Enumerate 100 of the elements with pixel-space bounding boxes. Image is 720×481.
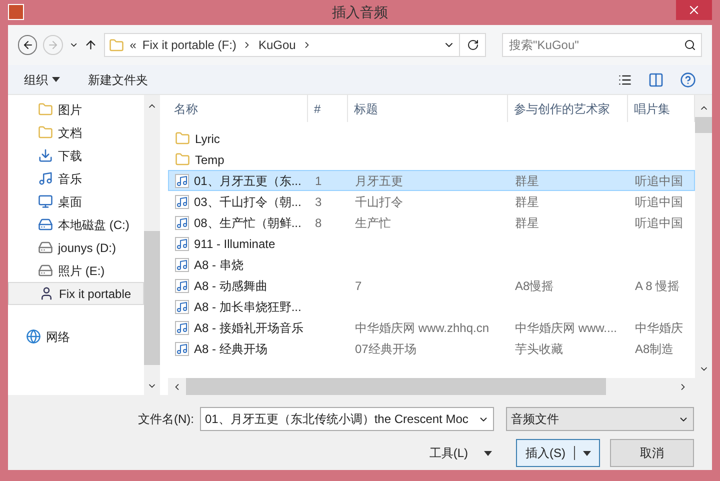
table-cell-text: 3 [315, 194, 322, 210]
search-field[interactable]: 搜索"KuGou" [502, 33, 702, 57]
sidebar-item[interactable]: 桌面 [8, 190, 144, 213]
filename-field[interactable]: 01、月牙五更（东北传统小调）the Crescent Moc [200, 407, 494, 431]
table-cell-text: A8 - 加长串烧狂野... [194, 298, 302, 316]
table-cell-text: 千山打令 [355, 194, 403, 210]
column-header[interactable]: 参与创作的艺术家 [508, 95, 628, 122]
view-options-icon[interactable] [618, 72, 632, 86]
sidebar-item[interactable]: 下载 [8, 144, 144, 167]
sidebar-item[interactable]: Fix it portable [8, 282, 144, 305]
folder-icon [175, 152, 190, 167]
organize-button[interactable]: 组织 [24, 70, 60, 88]
caret-icon [52, 77, 60, 82]
close-icon [687, 3, 701, 17]
refresh-icon [466, 39, 478, 51]
scrollbar[interactable] [168, 378, 712, 395]
file-row[interactable]: 911 - Illuminate [168, 233, 695, 254]
table-cell-text: 中华婚庆 [635, 320, 683, 336]
table-cell-text: 中华婚庆网 www.zhhq.cn [355, 320, 490, 336]
table-cell-text: Lyric [195, 130, 220, 148]
folder-icon [175, 131, 190, 146]
audio-file-icon [175, 216, 189, 230]
table-cell-text: 8 [315, 214, 322, 232]
table-cell-text: 月牙五更 [355, 172, 403, 190]
table-cell-text: 03、千山打令（朝... [194, 194, 302, 210]
table-cell-text: A8 - 动感舞曲 [194, 278, 268, 294]
breadcrumb[interactable]: KuGou [258, 36, 296, 54]
audio-file-icon [175, 320, 189, 334]
table-cell-text: 听追中国 [635, 194, 683, 210]
folder-icon [38, 102, 53, 117]
window-title: 插入音频 [332, 3, 388, 22]
address-bar[interactable]: « Fix it portable (F:) KuGou [104, 33, 460, 57]
up-icon[interactable] [84, 38, 98, 52]
help-icon[interactable] [680, 72, 696, 88]
file-row[interactable]: Temp [168, 149, 695, 170]
table-cell-text: 1 [315, 172, 322, 190]
preview-pane-icon[interactable] [648, 72, 664, 88]
file-row[interactable]: 01、月牙五更（东... 1 月牙五更 群星 听追中国 [168, 170, 695, 191]
column-header[interactable]: 名称 [168, 95, 308, 122]
scrollbar[interactable] [695, 95, 712, 378]
breadcrumb[interactable]: Fix it portable (F:) [142, 36, 236, 54]
back-arrow-icon [22, 39, 34, 51]
table-cell-text: A 8 慢摇 [635, 278, 680, 294]
audio-file-icon [175, 194, 189, 208]
sidebar-item[interactable]: 本地磁盘 (C:) [8, 213, 144, 236]
table-cell-text: 芋头收藏 [515, 340, 563, 358]
file-row[interactable]: 08、生产忙（朝鲜... 8 生产忙 群星 听追中国 [168, 212, 695, 233]
person-icon [39, 286, 54, 301]
sidebar-item[interactable]: 文档 [8, 121, 144, 144]
tools-button[interactable]: 工具(L) [429, 444, 492, 462]
table-cell-text: 群星 [515, 172, 539, 190]
file-row[interactable]: A8 - 经典开场 07经典开场 芋头收藏 A8制造 [168, 338, 695, 359]
scroll-thumb[interactable] [144, 231, 160, 365]
table-cell-text: 生产忙 [355, 214, 391, 232]
file-row[interactable]: A8 - 加长串烧狂野... [168, 296, 695, 317]
table-cell-text: A8慢摇 [515, 278, 554, 294]
table-cell-text: A8 - 接婚礼开场音乐 [194, 320, 304, 336]
file-row[interactable]: A8 - 串烧 [168, 254, 695, 275]
table-cell-text: A8 - 串烧 [194, 256, 244, 274]
audio-file-icon [175, 278, 189, 292]
table-cell-text: 听追中国 [635, 172, 683, 190]
cancel-button[interactable]: 取消 [610, 439, 694, 467]
folder-icon [108, 38, 124, 52]
table-cell-text: A8制造 [635, 340, 674, 358]
audio-file-icon [175, 174, 189, 188]
column-header[interactable]: 标题 [348, 95, 508, 122]
refresh-button[interactable] [459, 33, 486, 57]
close-button[interactable] [676, 0, 712, 20]
table-cell-text: 群星 [515, 194, 539, 210]
new-folder-button[interactable]: 新建文件夹 [88, 70, 148, 88]
download-folder-icon [38, 148, 53, 163]
scroll-thumb[interactable] [186, 378, 606, 395]
drive-icon [38, 240, 53, 255]
file-row[interactable]: A8 - 接婚礼开场音乐 中华婚庆网 www.zhhq.cn 中华婚庆网 www.... 中华婚庆 [168, 317, 695, 338]
filename-label: 文件名(N): [138, 411, 194, 428]
audio-file-icon [175, 342, 189, 356]
search-icon [684, 39, 696, 51]
network-icon [26, 329, 41, 344]
sidebar-item[interactable]: 图片 [8, 98, 144, 121]
file-row[interactable]: Lyric [168, 128, 695, 149]
filetype-dropdown[interactable]: 音频文件 [506, 407, 694, 431]
table-cell-text: A8 - 经典开场 [194, 340, 268, 358]
back-button[interactable] [18, 35, 38, 55]
breadcrumb[interactable]: « [130, 36, 136, 54]
sidebar-item[interactable]: 音乐 [8, 167, 144, 190]
table-cell-text: 7 [355, 278, 362, 294]
audio-file-icon [175, 236, 189, 250]
table-cell-text: 01、月牙五更（东... [194, 172, 302, 190]
audio-file-icon [175, 258, 189, 272]
table-cell-text: 群星 [515, 214, 539, 232]
sidebar-item[interactable]: 网络 [8, 325, 144, 348]
scrollbar[interactable] [144, 95, 160, 395]
sidebar-item[interactable]: jounys (D:) [8, 236, 144, 259]
insert-button[interactable]: 插入(S) [516, 439, 600, 467]
file-row[interactable]: A8 - 动感舞曲 7 A8慢摇 A 8 慢摇 [168, 275, 695, 296]
file-row[interactable]: 03、千山打令（朝... 3 千山打令 群星 听追中国 [168, 191, 695, 212]
system-drive-icon [38, 217, 53, 232]
column-header[interactable]: # [308, 95, 348, 122]
sidebar-item[interactable]: 照片 (E:) [8, 259, 144, 282]
scroll-thumb[interactable] [695, 117, 712, 133]
